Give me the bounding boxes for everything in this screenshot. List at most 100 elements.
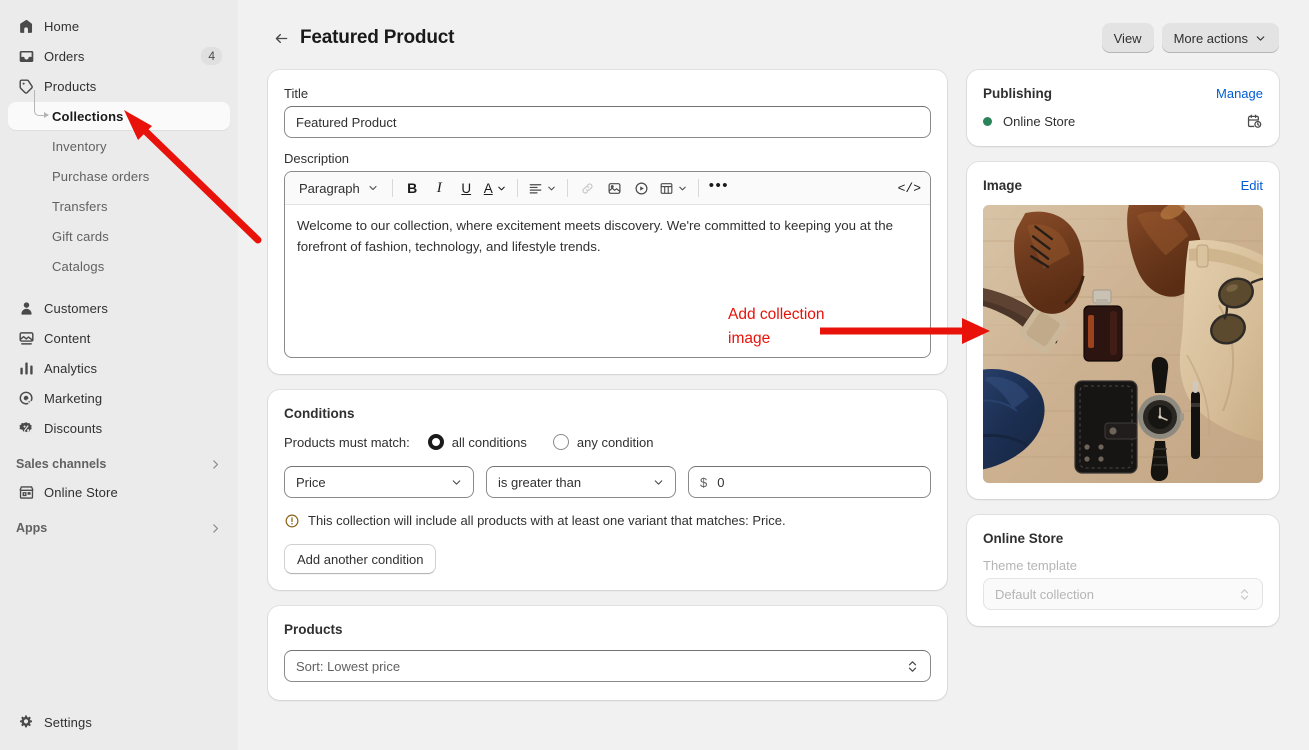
sidebar-item-discounts[interactable]: Discounts [8,414,230,442]
more-actions-button[interactable]: More actions [1162,23,1279,53]
calendar-clock-icon[interactable] [1246,113,1263,130]
condition-row: Price is greater than $ [284,466,931,498]
bold-icon[interactable]: B [400,176,425,201]
condition-operator-value: is greater than [498,475,581,490]
collection-image[interactable] [983,205,1263,483]
gear-icon [16,712,36,732]
apps-label: Apps [16,521,47,535]
sidebar-item-label: Products [44,79,96,94]
secondary-column: Publishing Manage Online Store Image [967,70,1279,642]
online-store-card-title: Online Store [983,531,1063,546]
main-content: Featured Product View More actions Title [238,0,1309,750]
image-card-header: Image Edit [983,178,1263,193]
radio-any-condition[interactable]: any condition [553,434,654,450]
insert-table-icon[interactable] [656,176,691,201]
nav-spacer [8,282,230,294]
sidebar-item-label: Marketing [44,391,102,406]
theme-template-select[interactable]: Default collection [983,578,1263,610]
add-another-condition-label: Add another condition [297,552,423,567]
link-icon[interactable] [575,176,600,201]
editor-toolbar: Paragraph B I [285,172,930,205]
sidebar-item-customers[interactable]: Customers [8,294,230,322]
radio-unselected-icon [553,434,569,450]
publishing-card-title: Publishing [983,86,1052,101]
chevron-down-icon [367,182,379,194]
title-input[interactable] [284,106,931,138]
view-button[interactable]: View [1102,23,1154,53]
product-tag-icon [16,76,36,96]
view-button-label: View [1114,31,1142,46]
condition-field-select[interactable]: Price [284,466,474,498]
radio-any-condition-label: any condition [577,435,654,450]
sidebar-item-label: Discounts [44,421,102,436]
content-media-icon [16,328,36,348]
sidebar-item-purchase-orders[interactable]: Purchase orders [8,162,230,190]
products-sort-select[interactable]: Sort: Lowest price [284,650,931,682]
products-card: Products Sort: Lowest price [268,606,947,700]
collection-details-card: Title Description Paragraph [268,70,947,374]
chevron-right-icon [209,522,222,535]
paragraph-style-select[interactable]: Paragraph [291,176,385,201]
sidebar-item-label: Inventory [52,139,107,154]
customer-person-icon [16,298,36,318]
sidebar-item-catalogs[interactable]: Catalogs [8,252,230,280]
align-icon[interactable] [525,176,560,201]
sidebar-item-analytics[interactable]: Analytics [8,354,230,382]
sidebar-item-label: Orders [44,49,85,64]
arrow-left-icon[interactable] [268,25,294,51]
edit-image-link[interactable]: Edit [1241,178,1263,193]
sidebar-item-products[interactable]: Products [8,72,230,100]
sales-channels-list: Online Store [0,478,238,508]
radio-all-conditions[interactable]: all conditions [428,434,527,450]
sidebar-item-online-store[interactable]: Online Store [8,478,230,506]
sidebar-item-orders[interactable]: Orders 4 [8,42,230,70]
sort-updown-icon [1238,587,1251,602]
products-sort-value: Sort: Lowest price [296,659,400,674]
insert-image-icon[interactable] [602,176,627,201]
sidebar-item-label: Settings [44,715,92,730]
sidebar-item-home[interactable]: Home [8,12,230,40]
sort-updown-icon [906,659,919,674]
sidebar-item-transfers[interactable]: Transfers [8,192,230,220]
add-another-condition-button[interactable]: Add another condition [284,544,436,574]
insert-video-icon[interactable] [629,176,654,201]
conditions-card: Conditions Products must match: all cond… [268,390,947,590]
theme-template-value: Default collection [995,587,1094,602]
sidebar-item-label: Transfers [52,199,108,214]
published-status-dot [983,117,992,126]
description-field-label: Description [284,151,931,166]
shopify-admin-window: Home Orders 4 Products Collections [0,0,1309,750]
italic-icon[interactable]: I [427,176,452,201]
sidebar-item-collections[interactable]: Collections [8,102,230,130]
sidebar-section-sales-channels[interactable]: Sales channels [0,450,238,478]
code-view-icon[interactable]: </> [895,176,924,201]
radio-all-conditions-label: all conditions [452,435,527,450]
more-options-icon[interactable]: ••• [706,176,732,201]
page-title: Featured Product [300,27,454,49]
sidebar-item-marketing[interactable]: Marketing [8,384,230,412]
text-color-icon[interactable]: A [481,176,510,201]
analytics-bars-icon [16,358,36,378]
sidebar-item-inventory[interactable]: Inventory [8,132,230,160]
orders-count-badge: 4 [201,47,222,65]
products-must-match-label: Products must match: [284,435,410,450]
header-actions: View More actions [1102,23,1279,53]
sidebar-item-content[interactable]: Content [8,324,230,352]
match-type-radio-group: Products must match: all conditions any … [284,434,931,450]
manage-publishing-link[interactable]: Manage [1216,86,1263,101]
primary-nav-list: Home Orders 4 Products Collections [0,12,238,444]
sidebar-item-gift-cards[interactable]: Gift cards [8,222,230,250]
chevron-down-icon [652,476,665,489]
underline-icon[interactable]: U [454,176,479,201]
condition-amount-input[interactable]: $ 0 [688,466,931,498]
radio-selected-icon [428,434,444,450]
description-text-area[interactable]: Welcome to our collection, where excitem… [285,205,930,357]
sidebar-section-apps[interactable]: Apps [0,514,238,542]
description-rich-text-editor: Paragraph B I [284,171,931,358]
home-icon [16,16,36,36]
more-actions-label: More actions [1174,31,1248,46]
sidebar-item-settings[interactable]: Settings [8,708,230,736]
publishing-channel-row: Online Store [983,113,1263,130]
currency-symbol: $ [700,475,707,490]
condition-operator-select[interactable]: is greater than [486,466,676,498]
